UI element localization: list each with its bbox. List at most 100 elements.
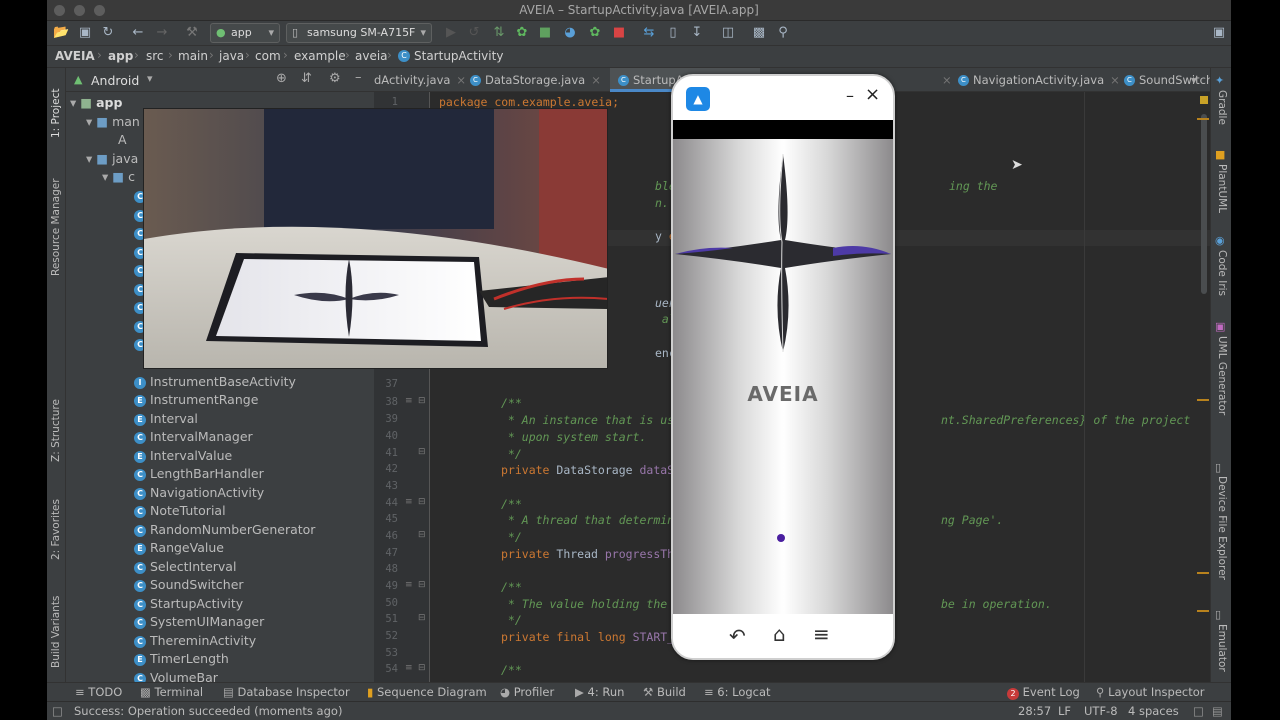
fold-icon[interactable]: ⊟ (418, 530, 426, 540)
apply-code-changes-icon[interactable]: ⇅ (491, 25, 507, 41)
breadcrumb-item-aveia[interactable]: aveia (355, 49, 388, 63)
device-selector[interactable]: ▯ samsung SM-A715F ▾ (286, 23, 432, 43)
coverage-icon[interactable]: ■ (537, 25, 553, 41)
attach-debugger-icon[interactable]: ✿ (587, 25, 603, 41)
tree-item-package[interactable]: ▾ ■ c (102, 168, 135, 186)
open-folder-icon[interactable]: 📂 (53, 25, 69, 41)
fold-icon[interactable]: ⊟ (418, 663, 426, 673)
back-arrow-icon[interactable]: ← (130, 25, 146, 41)
tree-class-item[interactable]: E IntervalValue (134, 447, 232, 465)
fold-icon[interactable]: ⊟ (418, 447, 426, 457)
line-separator[interactable]: LF (1058, 704, 1071, 718)
tree-class-item[interactable]: C SelectInterval (134, 558, 236, 576)
breadcrumb-item-com[interactable]: com (255, 49, 281, 63)
minimize-icon[interactable]: – (846, 86, 854, 105)
close-icon[interactable]: × (865, 84, 880, 105)
tree-class-item[interactable]: C StartupActivity (134, 595, 243, 613)
toggle-tool-windows-icon[interactable]: □ (52, 704, 63, 718)
apply-changes-icon[interactable]: ↺ (466, 25, 482, 41)
file-encoding[interactable]: UTF-8 (1084, 704, 1118, 718)
tab-close-partial[interactable]: × (936, 68, 952, 92)
tree-class-item[interactable]: C IntervalManager (134, 428, 253, 446)
tree-class-item[interactable]: I InstrumentBaseActivity (134, 373, 296, 391)
tool-event-log[interactable]: 2 Event Log (1007, 684, 1080, 701)
close-tab-icon[interactable]: × (942, 73, 952, 87)
tab-emulator[interactable]: Emulator (1211, 624, 1231, 674)
tree-class-item[interactable]: E Interval (134, 410, 198, 428)
save-icon[interactable]: ▣ (77, 25, 93, 41)
close-tab-icon[interactable]: × (591, 73, 601, 87)
tab-code-iris[interactable]: Code Iris (1211, 250, 1231, 306)
tool-layout-inspector[interactable]: ⚲ Layout Inspector (1096, 684, 1205, 701)
debug-icon[interactable]: ✿ (514, 25, 530, 41)
fold-icon[interactable]: ⊟ (418, 396, 426, 406)
tree-class-item[interactable]: C NavigationActivity (134, 484, 264, 502)
breadcrumb-item-src[interactable]: src (146, 49, 164, 63)
tab-device-file-explorer[interactable]: Device File Explorer (1211, 476, 1231, 588)
tool-sequence-diagram[interactable]: ▮ Sequence Diagram (367, 684, 487, 701)
run-icon[interactable]: ▶ (443, 25, 459, 41)
chevron-down-icon[interactable]: ▾ (147, 72, 153, 85)
tree-item-manifest-file[interactable]: A (118, 131, 127, 149)
tab-structure[interactable]: Z: Structure (47, 384, 66, 462)
fold-icon[interactable]: ⊟ (418, 613, 426, 623)
recents-icon[interactable]: ≡ (813, 622, 830, 646)
tree-class-item[interactable]: E RangeValue (134, 539, 224, 557)
tabs-dropdown-icon[interactable]: ▾ (1191, 68, 1197, 92)
sdk-manager-icon[interactable]: ↧ (689, 25, 705, 41)
tree-item-manifests[interactable]: ▾ ■ man (86, 113, 140, 131)
avd-manager-icon[interactable]: ▯ (665, 25, 681, 41)
phone-emulator-window[interactable]: ▲ – × AVEIA ↶ ⌂ ≡ (671, 74, 895, 660)
module-selector[interactable]: ● app ▾ (210, 23, 280, 43)
back-icon[interactable]: ↶ (729, 624, 746, 648)
tab-gradle[interactable]: Gradle (1211, 90, 1231, 136)
sync-icon[interactable]: ↻ (100, 25, 116, 41)
tree-class-item[interactable]: C ThereminActivity (134, 632, 256, 650)
fold-icon[interactable]: ⊟ (418, 580, 426, 590)
tool-terminal[interactable]: ▩ Terminal (140, 684, 203, 701)
locate-icon[interactable]: ⊕ (276, 71, 287, 86)
breadcrumb-item-java[interactable]: java (219, 49, 244, 63)
close-tab-icon[interactable]: × (1110, 73, 1120, 87)
project-view-selector[interactable]: Android (91, 73, 139, 88)
profile-icon[interactable]: ◕ (562, 25, 578, 41)
project-structure-icon[interactable]: ◫ (720, 25, 736, 41)
lock-icon[interactable]: □ (1193, 704, 1204, 718)
tree-item-app[interactable]: ▾ ■ app (70, 94, 122, 112)
hammer-icon[interactable]: ⚒ (184, 25, 200, 41)
breadcrumb-item-project[interactable]: AVEIA (55, 49, 95, 63)
tab-build-variants[interactable]: Build Variants (47, 580, 66, 668)
stop-icon[interactable]: ■ (611, 25, 627, 41)
breadcrumb-item-main[interactable]: main (178, 49, 208, 63)
tool-todo[interactable]: ≡ TODO (75, 684, 122, 701)
indent-setting[interactable]: 4 spaces (1128, 704, 1179, 718)
editor-scrollbar[interactable] (1197, 92, 1209, 682)
tool-build[interactable]: ⚒ Build (643, 684, 686, 701)
fold-icon[interactable]: ⊟ (418, 497, 426, 507)
tree-class-item[interactable]: C SystemUIManager (134, 613, 264, 631)
tree-class-item[interactable]: E InstrumentRange (134, 391, 258, 409)
forward-arrow-icon[interactable]: → (154, 25, 170, 41)
tool-database-inspector[interactable]: ▤ Database Inspector (223, 684, 350, 701)
tree-class-item[interactable]: C NoteTutorial (134, 502, 226, 520)
tab-uml-generator[interactable]: UML Generator (1211, 336, 1231, 426)
tab-datastorage[interactable]: C DataStorage.java × (470, 68, 601, 92)
search-icon[interactable]: ⚲ (775, 25, 791, 41)
tree-class-item[interactable]: C SoundSwitcher (134, 576, 244, 594)
breadcrumb-item-class[interactable]: StartupActivity (414, 49, 503, 63)
tab-resource-manager[interactable]: Resource Manager (47, 166, 66, 276)
close-tab-icon[interactable]: × (456, 73, 466, 87)
tab-plantuml[interactable]: PlantUML (1211, 164, 1231, 226)
tree-class-item[interactable]: C RandomNumberGenerator (134, 521, 315, 539)
account-icon[interactable]: ▣ (1211, 25, 1227, 41)
breadcrumb-item-example[interactable]: example (294, 49, 346, 63)
tab-project[interactable]: 1: Project (47, 76, 66, 138)
tool-logcat[interactable]: ≡ 6: Logcat (704, 684, 771, 701)
tree-class-item[interactable]: E TimerLength (134, 650, 229, 668)
tool-run[interactable]: ▶ 4: Run (575, 684, 624, 701)
tab-navigationactivity[interactable]: C NavigationActivity.java × (958, 68, 1120, 92)
trash-icon[interactable]: ▤ (1212, 704, 1223, 718)
hide-panel-icon[interactable]: – (355, 70, 362, 85)
terminal-toolbar-icon[interactable]: ▩ (751, 25, 767, 41)
tab-favorites[interactable]: 2: Favorites (47, 482, 66, 560)
